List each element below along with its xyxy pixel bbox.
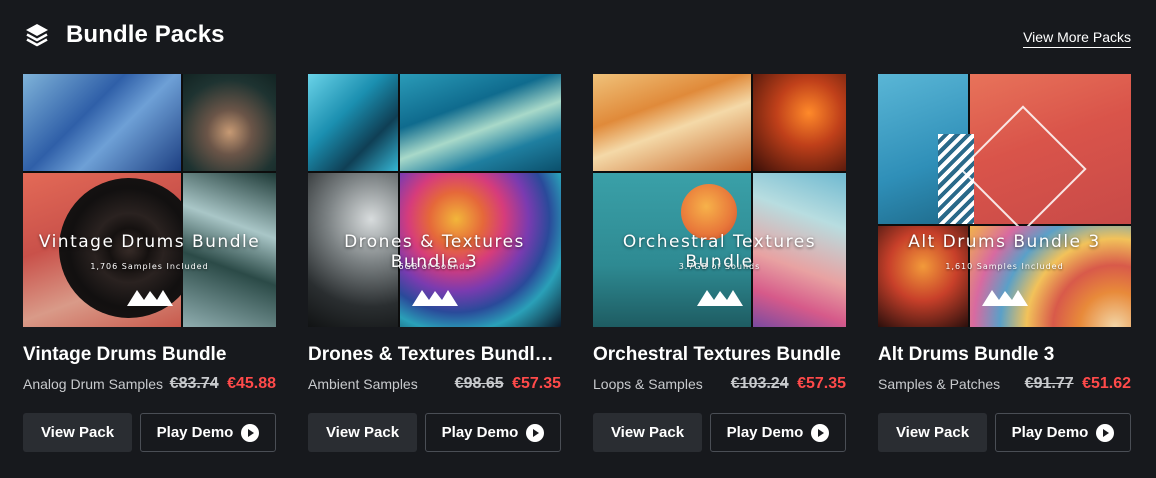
original-price: €83.74 <box>169 375 219 392</box>
brand-logo-icon <box>982 290 1028 306</box>
bundle-card: Vintage Drums Bundle 1,706 Samples Inclu… <box>23 74 276 452</box>
price-group: €98.65 €57.35 <box>455 375 561 393</box>
play-demo-button[interactable]: Play Demo <box>710 413 846 452</box>
layers-icon <box>24 22 50 48</box>
play-demo-label: Play Demo <box>441 424 519 441</box>
card-title[interactable]: Orchestral Textures Bundle <box>593 344 846 366</box>
play-demo-label: Play Demo <box>1011 424 1089 441</box>
section-title: Bundle Packs <box>66 21 225 48</box>
play-demo-button[interactable]: Play Demo <box>995 413 1131 452</box>
card-title[interactable]: Drones & Textures Bundle 3 <box>308 344 561 366</box>
card-title[interactable]: Alt Drums Bundle 3 <box>878 344 1131 366</box>
artwork-title: Alt Drums Bundle 3 <box>908 232 1101 252</box>
artwork-title: Vintage Drums Bundle <box>38 232 261 252</box>
play-icon <box>1096 423 1115 442</box>
section-heading: Bundle Packs <box>24 21 225 49</box>
view-more-packs-link[interactable]: View More Packs <box>1023 29 1131 48</box>
play-demo-label: Play Demo <box>156 424 234 441</box>
bundle-card: Orchestral Textures Bundle 3.7GB of Soun… <box>593 74 846 452</box>
bundle-cards: Vintage Drums Bundle 1,706 Samples Inclu… <box>23 74 1131 452</box>
card-actions: View Pack Play Demo <box>308 413 561 452</box>
card-actions: View Pack Play Demo <box>878 413 1131 452</box>
artwork-subtitle: 3.7GB of Sounds <box>678 262 761 271</box>
price-group: €83.74 €45.88 <box>170 375 276 393</box>
price-group: €103.24 €57.35 <box>731 375 846 393</box>
card-actions: View Pack Play Demo <box>593 413 846 452</box>
artwork-subtitle: 6GB of Sounds <box>398 262 471 271</box>
view-pack-button[interactable]: View Pack <box>308 413 417 452</box>
pack-artwork[interactable]: Vintage Drums Bundle 1,706 Samples Inclu… <box>23 74 276 327</box>
bundle-card: Alt Drums Bundle 3 1,610 Samples Include… <box>878 74 1131 452</box>
bundle-card: Drones & Textures Bundle 3 6GB of Sounds… <box>308 74 561 452</box>
sale-price: €57.35 <box>512 375 561 392</box>
card-category: Analog Drum Samples <box>23 376 164 392</box>
view-pack-button[interactable]: View Pack <box>593 413 702 452</box>
play-icon <box>241 423 260 442</box>
pack-artwork[interactable]: Drones & Textures Bundle 3 6GB of Sounds <box>308 74 561 327</box>
card-meta: Loops & Samples €103.24 €57.35 <box>593 375 846 393</box>
view-pack-button[interactable]: View Pack <box>878 413 987 452</box>
brand-logo-icon <box>697 290 743 306</box>
play-icon <box>811 423 830 442</box>
price-group: €91.77 €51.62 <box>1025 375 1131 393</box>
brand-logo-icon <box>127 290 173 306</box>
card-meta: Samples & Patches €91.77 €51.62 <box>878 375 1131 393</box>
card-title[interactable]: Vintage Drums Bundle <box>23 344 276 366</box>
view-pack-button[interactable]: View Pack <box>23 413 132 452</box>
play-demo-button[interactable]: Play Demo <box>140 413 276 452</box>
card-meta: Analog Drum Samples €83.74 €45.88 <box>23 375 276 393</box>
pack-artwork[interactable]: Orchestral Textures Bundle 3.7GB of Soun… <box>593 74 846 327</box>
card-category: Loops & Samples <box>593 376 703 392</box>
artwork-subtitle: 1,706 Samples Included <box>90 262 209 271</box>
play-icon <box>526 423 545 442</box>
pack-artwork[interactable]: Alt Drums Bundle 3 1,610 Samples Include… <box>878 74 1131 327</box>
section-header: Bundle Packs View More Packs <box>24 18 1131 52</box>
card-category: Samples & Patches <box>878 376 1001 392</box>
sale-price: €51.62 <box>1082 375 1131 392</box>
sale-price: €57.35 <box>797 375 846 392</box>
original-price: €98.65 <box>454 375 504 392</box>
card-meta: Ambient Samples €98.65 €57.35 <box>308 375 561 393</box>
original-price: €91.77 <box>1024 375 1074 392</box>
play-demo-button[interactable]: Play Demo <box>425 413 561 452</box>
sale-price: €45.88 <box>227 375 276 392</box>
artwork-subtitle: 1,610 Samples Included <box>945 262 1064 271</box>
card-actions: View Pack Play Demo <box>23 413 276 452</box>
brand-logo-icon <box>412 290 458 306</box>
original-price: €103.24 <box>730 375 789 392</box>
play-demo-label: Play Demo <box>726 424 804 441</box>
card-category: Ambient Samples <box>308 376 418 392</box>
